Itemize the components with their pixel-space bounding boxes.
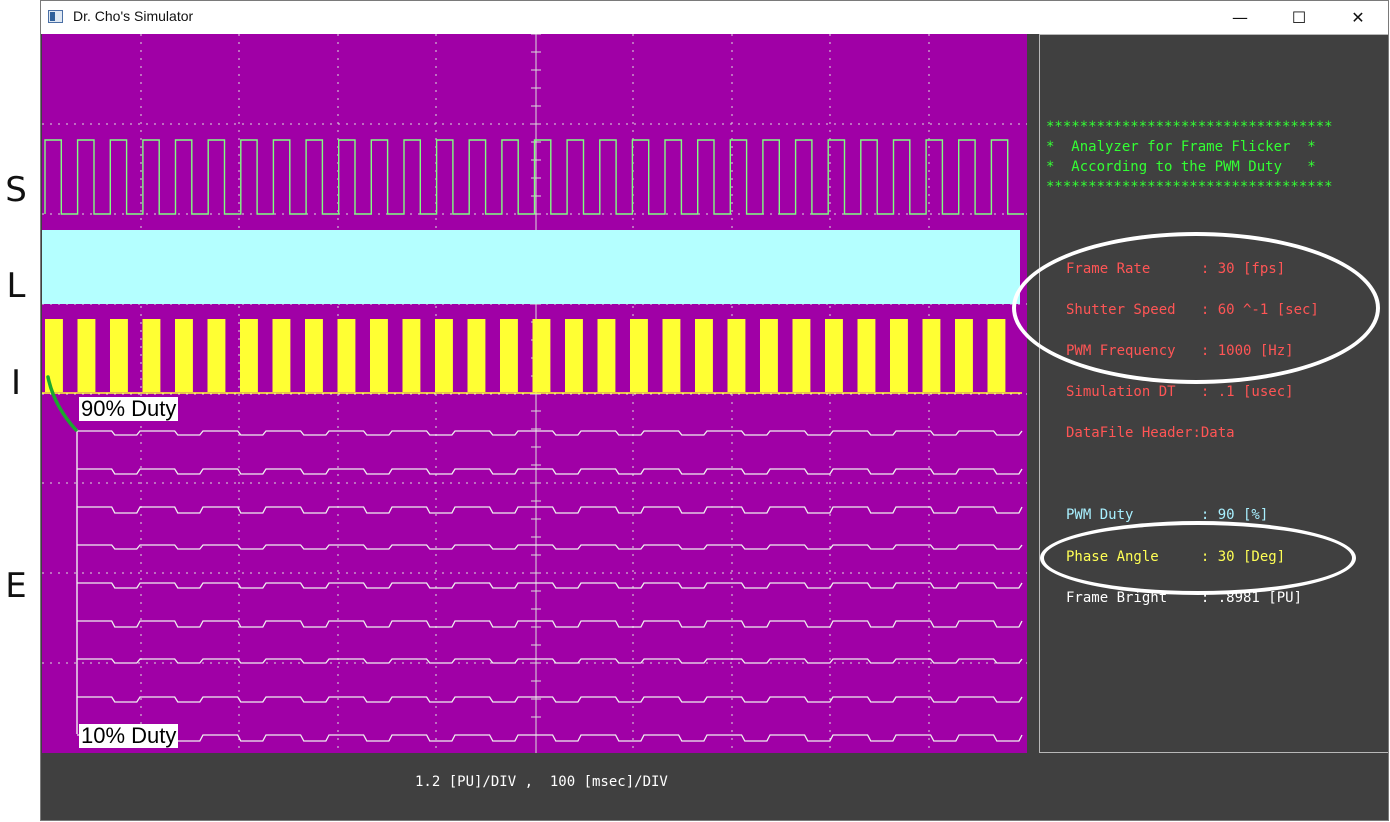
status-bar: 1.2 [PU]/DIV , 100 [msec]/DIV	[41, 753, 1388, 820]
app-icon	[48, 10, 63, 23]
label-S: S	[5, 170, 27, 210]
oscilloscope-display	[42, 34, 1027, 753]
pwm-pulse	[500, 319, 518, 392]
maximize-button[interactable]: ☐	[1270, 1, 1328, 34]
simulation-dt: Simulation DT : .1 [usec]	[1066, 384, 1294, 400]
pwm-pulse	[922, 319, 941, 392]
highlight-ellipse-frame-params	[1012, 232, 1380, 384]
scale-readout: 1.2 [PU]/DIV , 100 [msec]/DIV	[415, 774, 668, 790]
pwm-pulse	[467, 319, 486, 392]
shutter-waveform	[44, 139, 1024, 215]
pwm-pulse	[305, 319, 323, 392]
minimize-button[interactable]: —	[1211, 1, 1269, 34]
pwm-pulse	[142, 319, 161, 392]
duty-10-label: 10% Duty	[79, 723, 179, 748]
close-button[interactable]: ✕	[1329, 1, 1387, 34]
pwm-pulse	[760, 319, 778, 392]
pwm-pulse	[240, 319, 258, 392]
label-I: I	[10, 363, 22, 403]
title-bar[interactable]: Dr. Cho's Simulator — ☐ ✕	[41, 1, 1388, 34]
pwm-pulse	[435, 319, 453, 392]
param-value: :Data	[1192, 425, 1235, 441]
window-title: Dr. Cho's Simulator	[73, 8, 194, 24]
param-label: DataFile Header	[1066, 425, 1193, 441]
pwm-pulse	[77, 319, 96, 392]
pwm-pulse	[825, 319, 843, 392]
analyzer-panel: ********************************** * Ana…	[1012, 34, 1388, 753]
pwm-pulse	[695, 319, 713, 392]
simulator-window: Dr. Cho's Simulator — ☐ ✕ 90% Duty 10% D…	[40, 0, 1389, 821]
pwm-pulse	[175, 319, 193, 392]
datafile-header: DataFile Header:Data	[1066, 425, 1235, 441]
banner-line: **********************************	[1046, 179, 1333, 195]
pwm-pulse	[597, 319, 616, 392]
pwm-pulse	[987, 319, 1006, 392]
pwm-pulse	[337, 319, 356, 392]
pwm-pulse	[630, 319, 648, 392]
highlight-ellipse-phase-angle	[1040, 521, 1356, 595]
pwm-pulse	[792, 319, 811, 392]
pwm-pulse	[272, 319, 291, 392]
pwm-pulse	[890, 319, 908, 392]
label-L: L	[6, 266, 26, 306]
pwm-duty: PWM Duty : 90 [%]	[1066, 507, 1268, 523]
pwm-pulse	[110, 319, 128, 392]
banner-subtitle: * According to the PWM Duty *	[1046, 159, 1316, 175]
duty-90-label: 90% Duty	[79, 396, 179, 421]
pwm-pulse	[857, 319, 876, 392]
light-band	[42, 230, 1020, 304]
pwm-pulse	[662, 319, 681, 392]
param-value: : .1 [usec]	[1200, 384, 1294, 400]
label-E: E	[5, 566, 27, 606]
pwm-pulse	[207, 319, 226, 392]
pwm-pulse	[532, 319, 551, 392]
pwm-pulse	[370, 319, 388, 392]
param-label: Simulation DT	[1066, 384, 1201, 400]
pwm-pulse	[727, 319, 746, 392]
pwm-pulse	[402, 319, 421, 392]
pwm-pulse	[565, 319, 583, 392]
banner-line: **********************************	[1046, 119, 1333, 135]
pwm-pulse	[955, 319, 973, 392]
banner-title: * Analyzer for Frame Flicker *	[1046, 139, 1316, 155]
